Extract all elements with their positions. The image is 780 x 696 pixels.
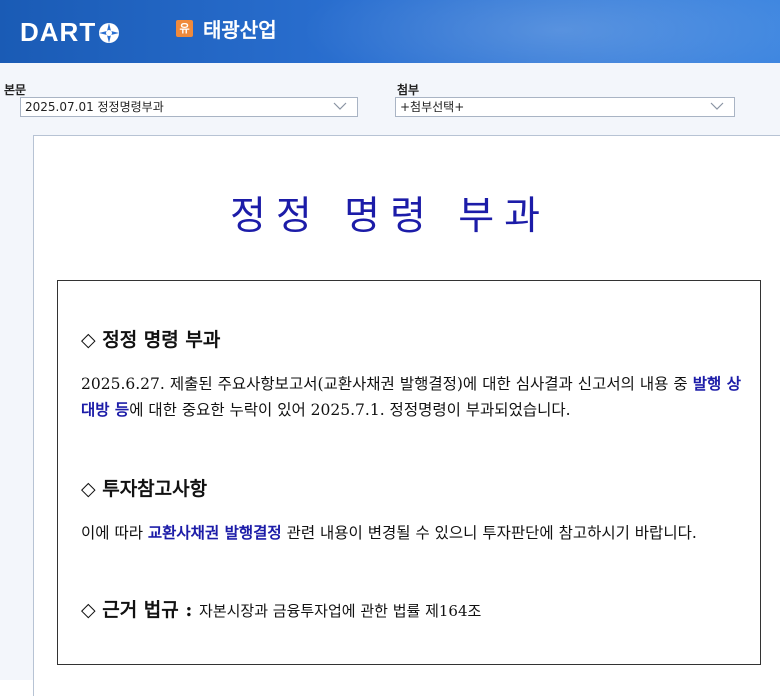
company-heading: 유 태광산업 [176,14,277,43]
investor-text-highlight: 교환사채권 발행결정 [147,523,282,542]
section-text-correction-order: 2025.6.27. 제출된 주요사항보고서(교환사채권 발행결정)에 대한 심… [81,371,741,423]
attachment-select[interactable]: +첨부선택+ [395,97,735,117]
legal-basis-heading: ◇ 근거 법규 : [81,599,200,621]
section-heading-correction-order: ◇ 정정 명령 부과 [81,329,221,351]
header-glow [300,0,780,63]
dart-logo-emblem-icon [99,22,120,43]
main-doc-select[interactable]: 2025.07.01 정정명령부과 [20,97,358,117]
chevron-down-icon [710,102,724,110]
correction-text-part2: 에 대한 중요한 누락이 있어 2025.7.1. 정정명령이 부과되었습니다. [129,401,571,419]
notice-box: ◇ 정정 명령 부과 2025.6.27. 제출된 주요사항보고서(교환사채권 … [57,280,761,665]
attachment-select-value: +첨부선택+ [400,100,465,114]
document-title: 정정 명령 부과 [229,194,551,239]
section-text-investor-note: 이에 따라 교환사채권 발행결정 관련 내용이 변경될 수 있으니 투자판단에 … [81,520,741,546]
dart-logo-text: DART [20,17,97,47]
main-doc-select-value: 2025.07.01 정정명령부과 [25,100,164,114]
investor-text-part1: 이에 따라 [81,524,148,542]
legal-basis-text: 자본시장과 금융투자업에 관한 법률 제164조 [199,602,482,620]
investor-text-part2: 관련 내용이 변경될 수 있으니 투자판단에 참고하시기 바랍니다. [281,524,697,542]
correction-text-part1: 2025.6.27. 제출된 주요사항보고서(교환사채권 발행결정)에 대한 심… [81,375,693,393]
main-doc-label: 본문 [4,83,27,97]
chevron-down-icon [333,102,347,110]
section-legal-basis: ◇ 근거 법규 : 자본시장과 금융투자업에 관한 법률 제164조 [81,595,481,622]
attachment-label: 첨부 [397,83,420,97]
dart-logo[interactable]: DART [20,17,120,48]
company-name: 태광산업 [203,18,277,42]
section-heading-investor-note: ◇ 투자참고사항 [81,478,208,500]
top-header-bar: DART 유 태광산업 [0,0,780,63]
document-selector-bar: 본문 2025.07.01 정정명령부과 첨부 +첨부선택+ [0,63,780,123]
market-badge: 유 [176,20,193,37]
